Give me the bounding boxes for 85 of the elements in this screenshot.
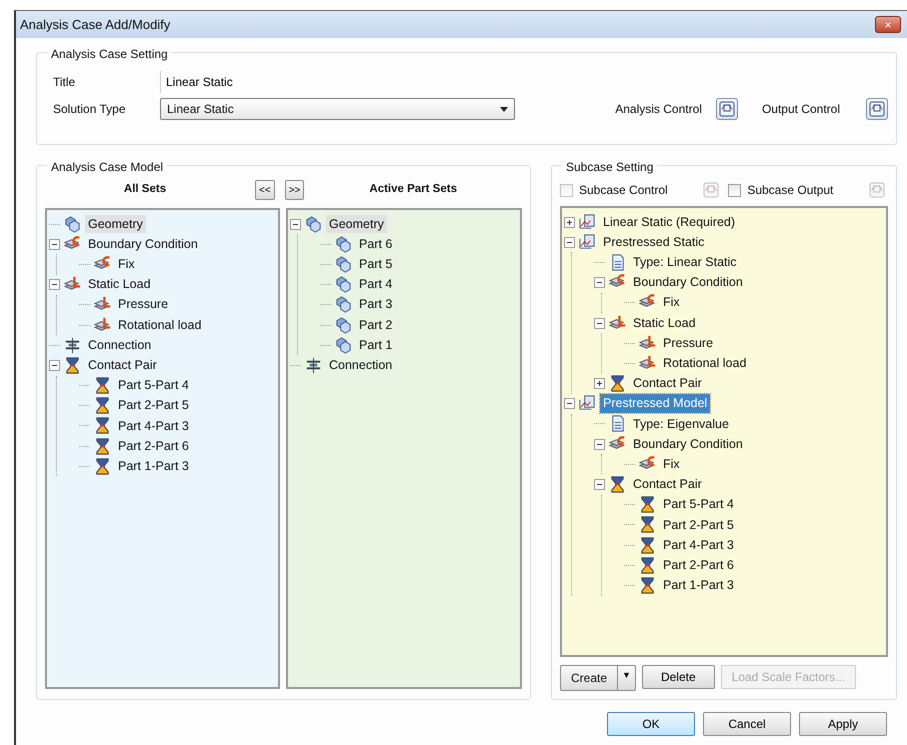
tree-item[interactable]: Part 2-Part 5 (660, 516, 737, 534)
cubes-icon (63, 214, 82, 234)
tree-item[interactable]: Pressure (115, 295, 172, 314)
tree-item[interactable]: Fix (115, 255, 138, 274)
tree-item[interactable]: Part 5 (356, 255, 396, 274)
tree-item[interactable]: Boundary Condition (630, 434, 746, 454)
field-label: Analysis Control (615, 101, 702, 118)
column-header: All Sets (122, 182, 168, 198)
output-control-button[interactable] (866, 98, 888, 120)
tree-item[interactable]: Part 2-Part 5 (115, 396, 192, 416)
tree-item[interactable]: Fix (660, 293, 683, 312)
checkbox-label: Subcase Output (747, 182, 834, 199)
expand-toggle[interactable] (564, 216, 575, 228)
cubes-icon (334, 234, 353, 254)
tree-item[interactable]: Part 1-Part 3 (115, 456, 192, 476)
tree-item[interactable]: Geometry (85, 214, 146, 234)
tree-item[interactable]: Static Load (630, 314, 699, 332)
tree-item[interactable]: Boundary Condition (630, 273, 746, 292)
tree-item[interactable]: Connection (326, 356, 396, 375)
tree-item[interactable]: Rotational load (660, 354, 750, 373)
tree-item[interactable]: Type: Eigenvalue (630, 414, 732, 434)
tree-item[interactable]: Prestressed Model (600, 394, 710, 414)
tree-item[interactable]: Boundary Condition (85, 234, 201, 254)
connector-icon (63, 336, 82, 355)
tree-item[interactable]: Fix (660, 454, 683, 474)
tree-item[interactable]: Contact Pair (630, 374, 705, 393)
field-label: Title (52, 74, 76, 91)
tree-item[interactable]: Prestressed Static (600, 232, 708, 252)
analysis-control-button[interactable] (716, 98, 738, 120)
solution-type-dropdown[interactable]: Linear Static (160, 98, 515, 120)
tree-item[interactable]: Part 2-Part 6 (115, 436, 192, 456)
collapse-toggle[interactable] (594, 479, 605, 490)
collapse-toggle[interactable] (290, 218, 301, 230)
dialog-button[interactable]: Cancel (703, 712, 791, 736)
collapse-toggle[interactable] (564, 398, 575, 410)
field-label: Output Control (762, 101, 840, 118)
cubes-icon (334, 295, 353, 314)
tree-item[interactable]: Type: Linear Static (630, 253, 740, 272)
connector-icon (304, 356, 323, 375)
expand-toggle[interactable] (594, 378, 605, 390)
tree-item[interactable]: Part 2-Part 6 (660, 556, 737, 575)
checkbox[interactable] (728, 184, 742, 196)
dialog-button[interactable]: OK (607, 712, 695, 736)
collapse-toggle[interactable] (594, 277, 605, 288)
tree-item[interactable]: Part 1 (356, 336, 396, 355)
cubes-icon (334, 275, 353, 294)
collapse-toggle[interactable] (49, 360, 60, 371)
tree-item[interactable]: Part 2 (356, 316, 396, 334)
tree-item[interactable]: Static Load (85, 275, 154, 294)
cubes-icon (334, 336, 353, 355)
tree-item[interactable]: Part 1-Part 3 (660, 576, 737, 595)
dropdown-toggle[interactable]: ▼ (617, 666, 635, 690)
collapse-toggle[interactable] (49, 279, 60, 290)
window-title: Analysis Case Add/Modify (20, 16, 170, 34)
tree-item[interactable]: Contact Pair (630, 475, 705, 494)
dropdown-arrow-icon (500, 106, 508, 112)
collapse-toggle[interactable] (49, 238, 60, 250)
tree-item[interactable]: Pressure (660, 334, 716, 353)
move-left-button[interactable]: << (255, 180, 275, 200)
dialog-button[interactable]: Apply (799, 712, 887, 736)
cubes-icon (334, 316, 353, 335)
cubes-icon (304, 214, 323, 234)
checkbox-label: Subcase Control (579, 182, 668, 199)
tree-item[interactable]: Part 6 (356, 234, 396, 254)
tree-item[interactable]: Part 4-Part 3 (115, 416, 192, 436)
tree-item[interactable]: Linear Static (Required) (600, 212, 738, 232)
tree-item[interactable]: Part 4 (356, 275, 396, 294)
tree-item[interactable]: Part 5-Part 4 (115, 376, 192, 395)
tree-item[interactable]: Connection (85, 336, 154, 355)
cubes-icon (334, 254, 353, 274)
column-header: Active Part Sets (368, 182, 458, 198)
tree-item[interactable]: Part 3 (356, 295, 396, 314)
tree-item[interactable]: Geometry (326, 214, 387, 234)
tree-item[interactable]: Part 5-Part 4 (660, 495, 737, 514)
create-split-button[interactable]: Create ▼ (560, 665, 636, 691)
delete-button[interactable]: Delete (642, 665, 715, 689)
tree-item[interactable]: Rotational load (115, 316, 204, 334)
collapse-toggle[interactable] (594, 318, 605, 329)
collapse-toggle[interactable] (594, 438, 605, 450)
collapse-toggle[interactable] (564, 236, 575, 248)
move-right-button[interactable]: >> (284, 180, 304, 200)
tree-item[interactable]: Part 4-Part 3 (660, 536, 737, 554)
title-field[interactable]: Linear Static (160, 71, 888, 93)
field-label: Solution Type (52, 101, 126, 118)
tree-item[interactable]: Contact Pair (85, 356, 160, 375)
